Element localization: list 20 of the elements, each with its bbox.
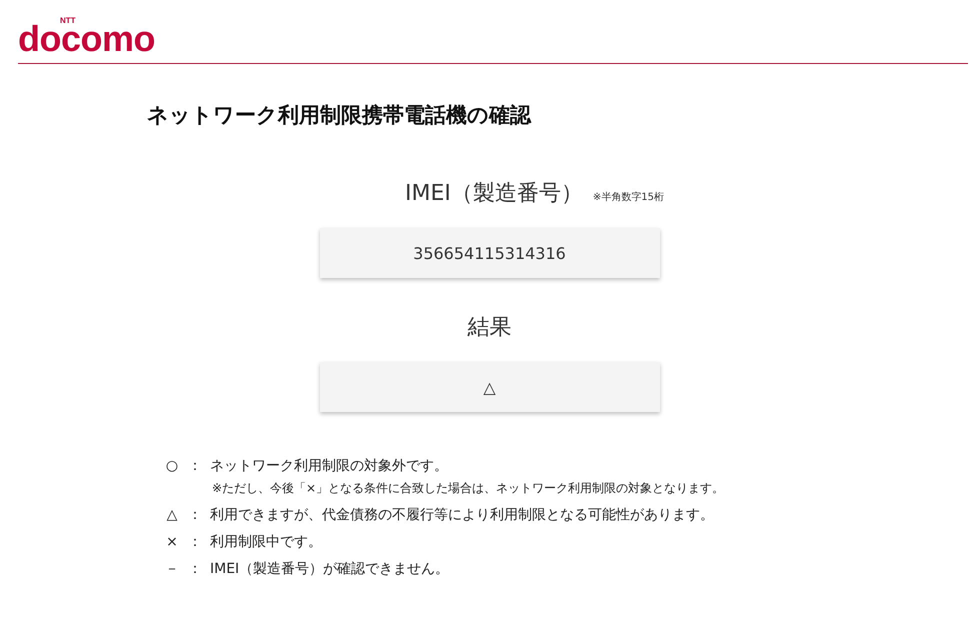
imei-value-box: 356654115314316	[320, 228, 660, 278]
legend-text: ネットワーク利用制限の対象外です。	[209, 456, 448, 474]
imei-label: IMEI（製造番号）	[405, 180, 583, 208]
legend-colon: ：	[187, 506, 203, 524]
result-value-box: △	[320, 362, 660, 412]
legend-symbol: －	[164, 560, 180, 578]
imei-note: ※半角数字15桁	[592, 190, 664, 205]
legend-symbol: ×	[165, 534, 179, 550]
legend-symbol: ○	[164, 458, 180, 474]
legend-note: ※ただし、今後「×」となる条件に合致した場合は、ネットワーク利用制限の対象となります。	[211, 480, 726, 497]
legend-symbol: △	[166, 506, 178, 522]
logo-small-text: NTT	[60, 16, 76, 25]
legend-text: IMEI（製造番号）が確認できません。	[209, 560, 450, 578]
page-title: ネットワーク利用制限携帯電話機の確認	[147, 102, 532, 129]
legend-colon: ：	[187, 456, 203, 474]
legend-colon: ：	[187, 532, 203, 550]
legend-text: 利用制限中です。	[209, 532, 322, 550]
legend-colon: ：	[187, 560, 203, 578]
legend-text: 利用できますが、代金債務の不履行等により利用制限となる可能性があります。	[209, 506, 714, 524]
result-label: 結果	[468, 314, 512, 342]
